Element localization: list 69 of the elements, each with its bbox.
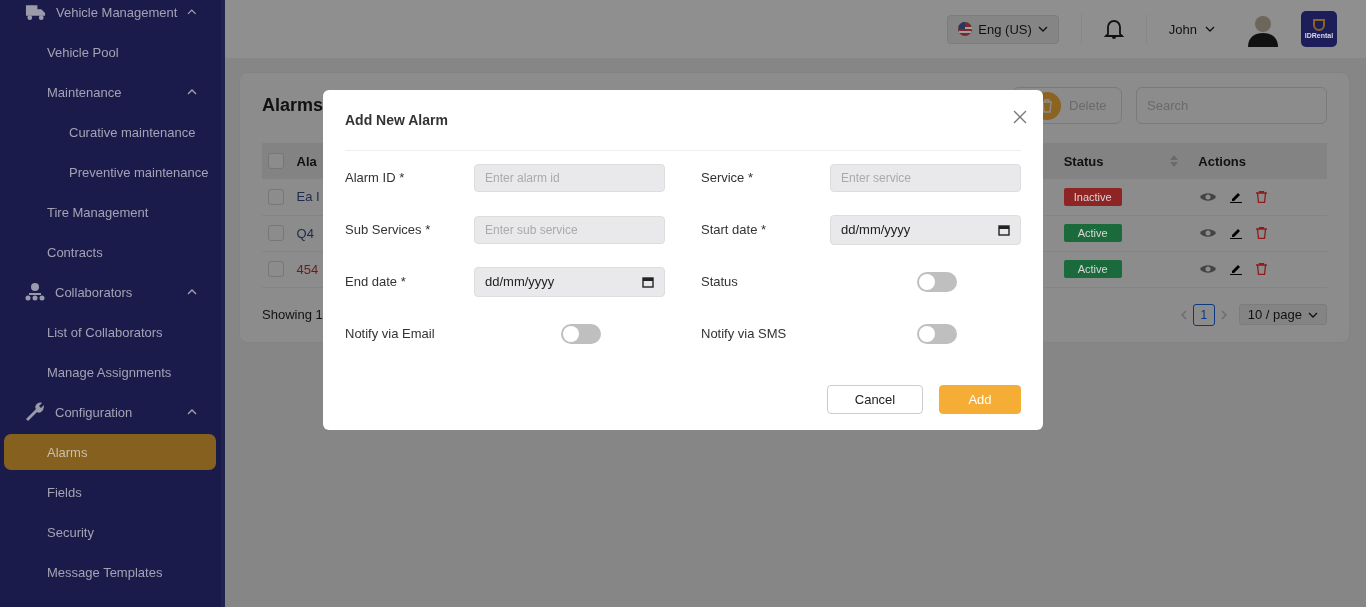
column-header: Ala [296,153,317,169]
status-badge: Active [1063,260,1122,278]
flag-icon [958,22,973,36]
page-title: Alarms [262,95,325,116]
table-cell: Q4 [296,225,314,241]
user-menu[interactable]: John [1168,21,1215,37]
sidebar-item[interactable]: Collaborators [0,272,221,312]
next-icon[interactable] [1220,309,1227,320]
chevron-icon [1037,26,1048,32]
pencil-icon[interactable] [1230,263,1243,275]
column-header: Actions [1198,153,1246,169]
showing-text: Showing 1 [262,307,323,322]
sidebar-item[interactable]: Tire Management [0,192,221,232]
close-icon[interactable] [1013,110,1027,124]
chevron-icon [1308,311,1318,318]
table-cell: 454 [296,261,319,277]
text-field[interactable]: Enter service [830,163,1021,192]
field-label: Start date * [701,222,768,237]
bell-icon[interactable] [1103,18,1124,40]
status-badge: Inactive [1063,187,1122,206]
sidebar-item[interactable]: Fields [0,472,221,512]
sidebar-item[interactable]: Maintenance [0,72,221,112]
trash-icon[interactable] [1256,227,1268,239]
sidebar-item[interactable]: Vehicle Pool [0,32,221,72]
field-label: Notify via SMS [701,326,788,341]
cancel-button[interactable]: Cancel [827,385,923,414]
truck-icon [25,3,46,21]
field-label: Alarm ID * [345,170,406,185]
sidebar-item[interactable]: Message Templates [0,552,221,592]
sidebar-item[interactable]: Preventive maintenance [0,152,221,192]
sidebar-item[interactable]: Vehicle Management [0,0,221,32]
column-header: Status [1063,153,1104,169]
field-label: Service * [701,170,755,185]
trash-icon[interactable] [1256,263,1268,275]
toggle-switch[interactable] [917,323,957,344]
calendar-icon[interactable] [642,275,654,288]
sort-icon[interactable] [1170,155,1179,167]
prev-icon[interactable] [1180,309,1187,320]
field-label: Notify via Email [345,326,436,341]
field-label: Sub Services * [345,222,432,237]
sidebar-item[interactable]: Contracts [0,232,221,272]
table-cell: Ea I [296,189,320,205]
eye-icon[interactable] [1200,264,1217,274]
pencil-icon[interactable] [1230,227,1243,239]
toggle-switch[interactable] [561,323,601,344]
chevron-icon [1205,26,1215,32]
calendar-icon[interactable] [998,223,1010,236]
field-label: End date * [345,274,407,289]
sidebar-item[interactable]: Curative maintenance [0,112,221,152]
modal-title: Add New Alarm [345,112,449,128]
eye-icon[interactable] [1200,191,1217,202]
sidebar-item[interactable]: Manage Assignments [0,352,221,392]
date-field[interactable]: dd/mm/yyyy [830,214,1021,245]
sidebar-item[interactable]: Configuration [0,392,221,432]
text-field[interactable]: Enter sub service [474,215,665,244]
wrench-icon [25,402,45,422]
pencil-icon[interactable] [1230,190,1243,203]
sidebar-item[interactable]: List of Collaborators [0,312,221,352]
date-field[interactable]: dd/mm/yyyy [474,266,665,297]
status-badge: Active [1063,224,1122,242]
toggle-switch[interactable] [917,271,957,292]
language-select[interactable]: Eng (US) [947,14,1059,44]
text-field[interactable]: Enter alarm id [474,163,665,192]
field-label: Status [701,274,739,289]
people-icon [25,282,45,302]
eye-icon[interactable] [1200,228,1217,238]
sidebar-item[interactable]: Security [0,512,221,552]
trash-icon[interactable] [1256,190,1268,203]
page-size-select[interactable]: 10 / page [1238,304,1327,325]
